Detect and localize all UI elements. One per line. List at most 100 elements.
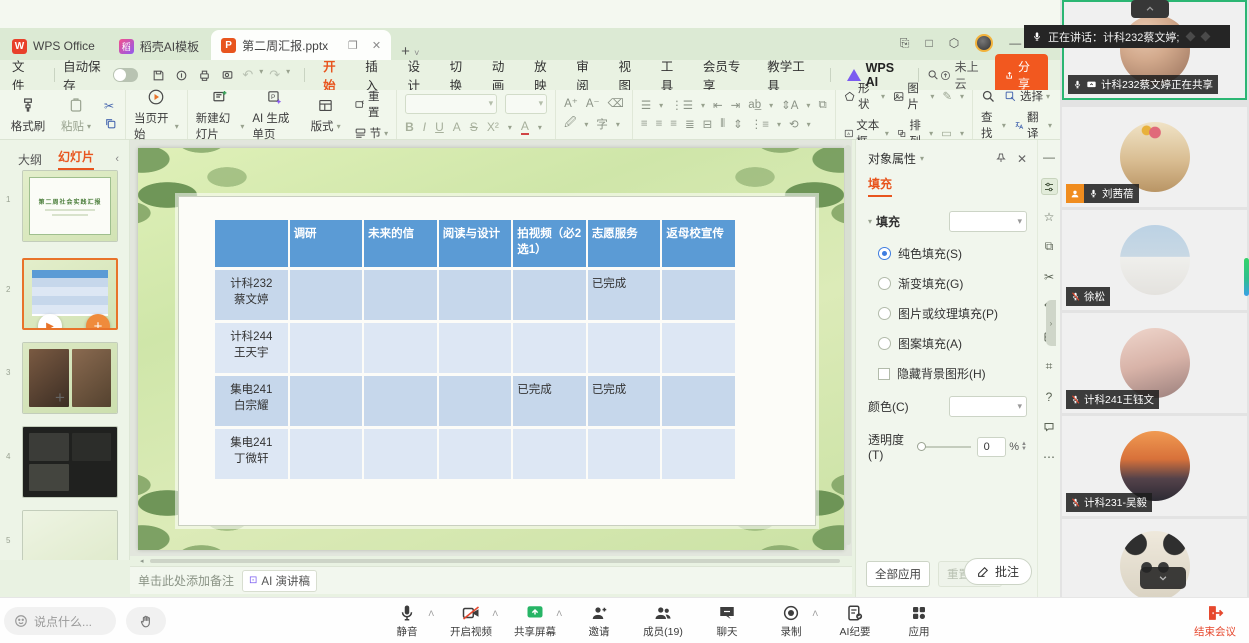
menu-slideshow[interactable]: 放映 [524,56,566,94]
menu-member[interactable]: 会员专享 [693,56,757,94]
text-effect-icon[interactable]: 字 [596,116,608,132]
transparency-slider[interactable] [919,446,971,448]
collapse-panel-icon[interactable]: ‹ [115,153,119,165]
select-button[interactable]: 选择▾ [1004,88,1050,104]
paste-button[interactable]: 粘贴▾ [56,95,96,134]
reset-button[interactable]: 重置 [354,88,389,120]
save-icon[interactable] [152,69,165,82]
highlight-icon[interactable]: 🖉 [564,115,576,134]
current-slide[interactable]: 调研 未来的信 阅读与设计 拍视频（必2选1） 志愿服务 返母校宣传 计科232… [138,148,844,550]
tab-docer-templates[interactable]: 稻 稻壳AI模板 [107,32,211,60]
list-level-icon[interactable]: ⋮≡ [751,117,769,131]
animation-pane-icon[interactable]: ⧉ [1041,238,1058,255]
video-options-caret[interactable]: ᐱ [493,609,498,618]
justify-icon[interactable]: ≣ [685,117,695,131]
annotate-button[interactable]: 批注 [964,558,1032,585]
bold-button[interactable]: B [405,120,414,134]
vertical-scrollbar[interactable] [845,145,851,545]
copy-icon[interactable] [104,117,117,130]
apps-button[interactable]: 应用 [890,601,948,639]
share-screen-button[interactable]: 共享屏幕 ᐱ [506,601,564,639]
menu-view[interactable]: 视图 [608,56,650,94]
text-direction-icon[interactable]: ab̲ [748,99,761,111]
spinner-arrows[interactable]: ▲▼ [1021,442,1027,452]
icon-library-icon[interactable]: ✎ [942,89,952,103]
smart-layout-icon[interactable]: ⧉ [818,99,826,112]
apply-all-button[interactable]: 全部应用 [866,561,930,587]
menu-teaching[interactable]: 教学工具 [757,56,821,94]
shape-button[interactable]: 形状▾ [844,80,885,112]
italic-button[interactable]: I [423,120,426,134]
help-icon[interactable]: ? [1041,388,1058,405]
video-tile[interactable]: 计科231-吴毅 [1062,416,1247,516]
cut-icon[interactable]: ✂ [104,99,117,113]
translate-button[interactable]: 翻译▾ [1014,109,1052,141]
font-name-select[interactable] [405,94,497,114]
distribute-icon[interactable]: ⊟ [703,117,713,131]
align-left-icon[interactable]: ≡ [641,118,648,130]
cut-tools-icon[interactable]: ✂ [1041,268,1058,285]
slide-canvas[interactable]: 调研 未来的信 阅读与设计 拍视频（必2选1） 志愿服务 返母校宣传 计科232… [130,140,852,556]
minimize-button[interactable]: — [1009,36,1021,50]
color-select[interactable] [949,396,1027,417]
invite-button[interactable]: 邀请 [570,601,628,639]
notes-placeholder[interactable]: 单击此处添加备注 [138,572,234,589]
expand-banner-button[interactable] [1131,0,1169,18]
menu-home[interactable]: 开始 [313,56,355,94]
close-panel-icon[interactable]: ✕ [1017,152,1027,166]
progress-table[interactable]: 调研 未来的信 阅读与设计 拍视频（必2选1） 志愿服务 返母校宣传 计科232… [213,217,737,482]
slide-thumbnail-2-selected[interactable]: ▶ + [22,258,118,330]
menu-animation[interactable]: 动画 [482,56,524,94]
ai-generate-page-button[interactable]: P AI 生成单页 [252,87,297,142]
radio-pattern-fill[interactable]: 图案填充(A) [878,335,1037,352]
increase-font-icon[interactable]: A⁺ [564,96,578,110]
tab-fill[interactable]: 填充 [868,175,892,197]
new-slide-button[interactable]: 新建幻灯片▾ [196,87,245,142]
layout-button[interactable]: 版式▾ [306,95,346,134]
horizontal-scrollbar[interactable]: ◂ [140,557,840,564]
numbered-list-icon[interactable]: ⋮☰ [671,98,693,112]
tab-slides[interactable]: 幻灯片 [58,148,94,170]
print-preview-icon[interactable] [221,69,234,82]
placeholder-icon[interactable]: ▭ [941,126,952,140]
record-options-caret[interactable]: ᐱ [813,609,818,618]
share-options-caret[interactable]: ᐱ [557,609,562,618]
font-size-select[interactable] [505,94,547,114]
video-tile-partial[interactable] [1062,519,1247,597]
menu-transition[interactable]: 切换 [440,56,482,94]
effects-icon[interactable]: ☆ [1041,208,1058,225]
menu-file[interactable]: 文件 [0,56,46,94]
pin-icon[interactable] [995,152,1007,164]
video-tile[interactable]: 徐松 [1062,210,1247,310]
underline-button[interactable]: U [435,120,444,134]
clear-format-icon[interactable]: ⌫ [608,96,624,110]
workspace-icon[interactable]: □ [926,36,933,50]
redo-icon[interactable]: ↷ [269,67,280,83]
radio-picture-fill[interactable]: 图片或纹理填充(P) [878,305,1037,322]
transparency-value[interactable]: 0 [977,437,1007,457]
comment-icon[interactable] [1041,418,1058,435]
raise-hand-button[interactable] [126,607,166,635]
notes-bar[interactable]: 单击此处添加备注 ⊡ AI 演讲稿 [130,566,852,594]
menu-tools[interactable]: 工具 [651,56,693,94]
slide-thumbnail-3[interactable] [22,342,118,414]
bullet-list-icon[interactable]: ☰ [641,98,651,112]
line-spacing-icon[interactable]: ⇕A [781,98,798,112]
undo-icon[interactable]: ↶ [242,67,253,83]
account-avatar[interactable] [975,34,993,52]
video-tile[interactable]: 计科241王钰文 [1062,313,1247,413]
menu-design[interactable]: 设计 [397,56,439,94]
start-video-button[interactable]: 开启视频 ᐱ [442,601,500,639]
align-center-icon[interactable]: ≡ [656,118,663,130]
tab-close-icon[interactable]: ✕ [372,39,381,52]
video-tile[interactable]: 刘茜蓓 [1062,107,1247,207]
picture-button[interactable]: 图片▾ [893,80,934,112]
find-big-icon[interactable] [981,89,996,104]
section-button[interactable]: 节▾ [354,125,389,141]
properties-icon[interactable] [1041,178,1058,195]
font-grow-button[interactable]: A [453,120,461,134]
play-from-current-button[interactable]: 当页开始▾ [134,87,179,142]
quick-chat-input[interactable]: 说点什么... [4,607,116,635]
panel-resize-handle[interactable]: › [1046,300,1056,346]
more-icon[interactable]: ⋯ [1041,448,1058,465]
